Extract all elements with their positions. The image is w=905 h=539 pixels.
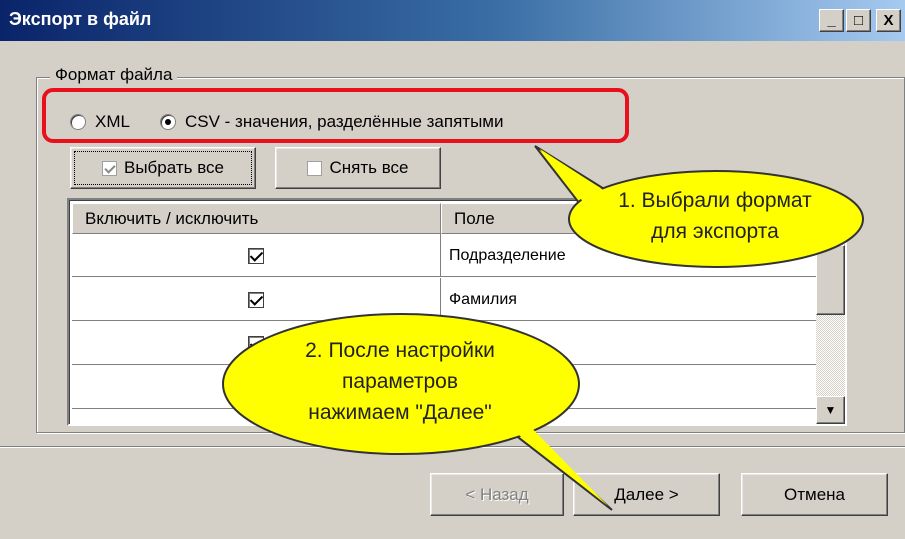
export-dialog: Экспорт в файл _ □ X Формат файла XML CS… — [0, 0, 905, 539]
callout-2-line-2: параметров — [342, 370, 458, 393]
callout-2-line-1: 2. После настройки — [305, 339, 495, 362]
callout-2-line-3: нажимаем "Далее" — [308, 401, 492, 424]
callout-2-text: 2. После настройки параметров нажимаем "… — [250, 335, 550, 428]
callout-bubble-2 — [222, 313, 613, 511]
